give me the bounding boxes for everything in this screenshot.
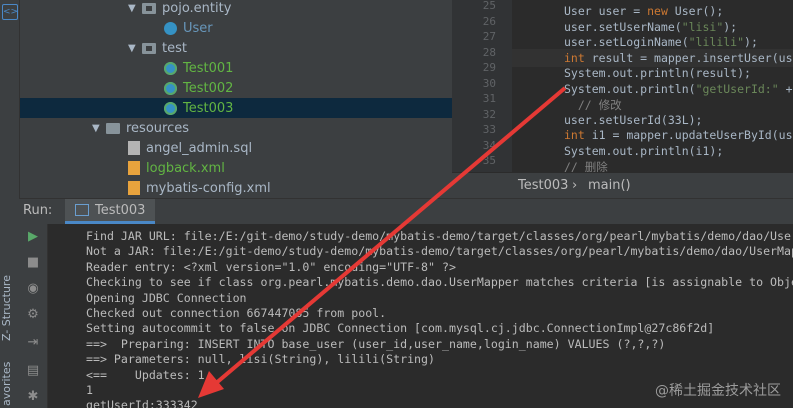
watermark: @稀土掘金技术社区 [655,383,781,399]
annotation-arrow [198,86,567,398]
arrow-shaft [213,86,567,386]
arrow-head [198,371,224,398]
